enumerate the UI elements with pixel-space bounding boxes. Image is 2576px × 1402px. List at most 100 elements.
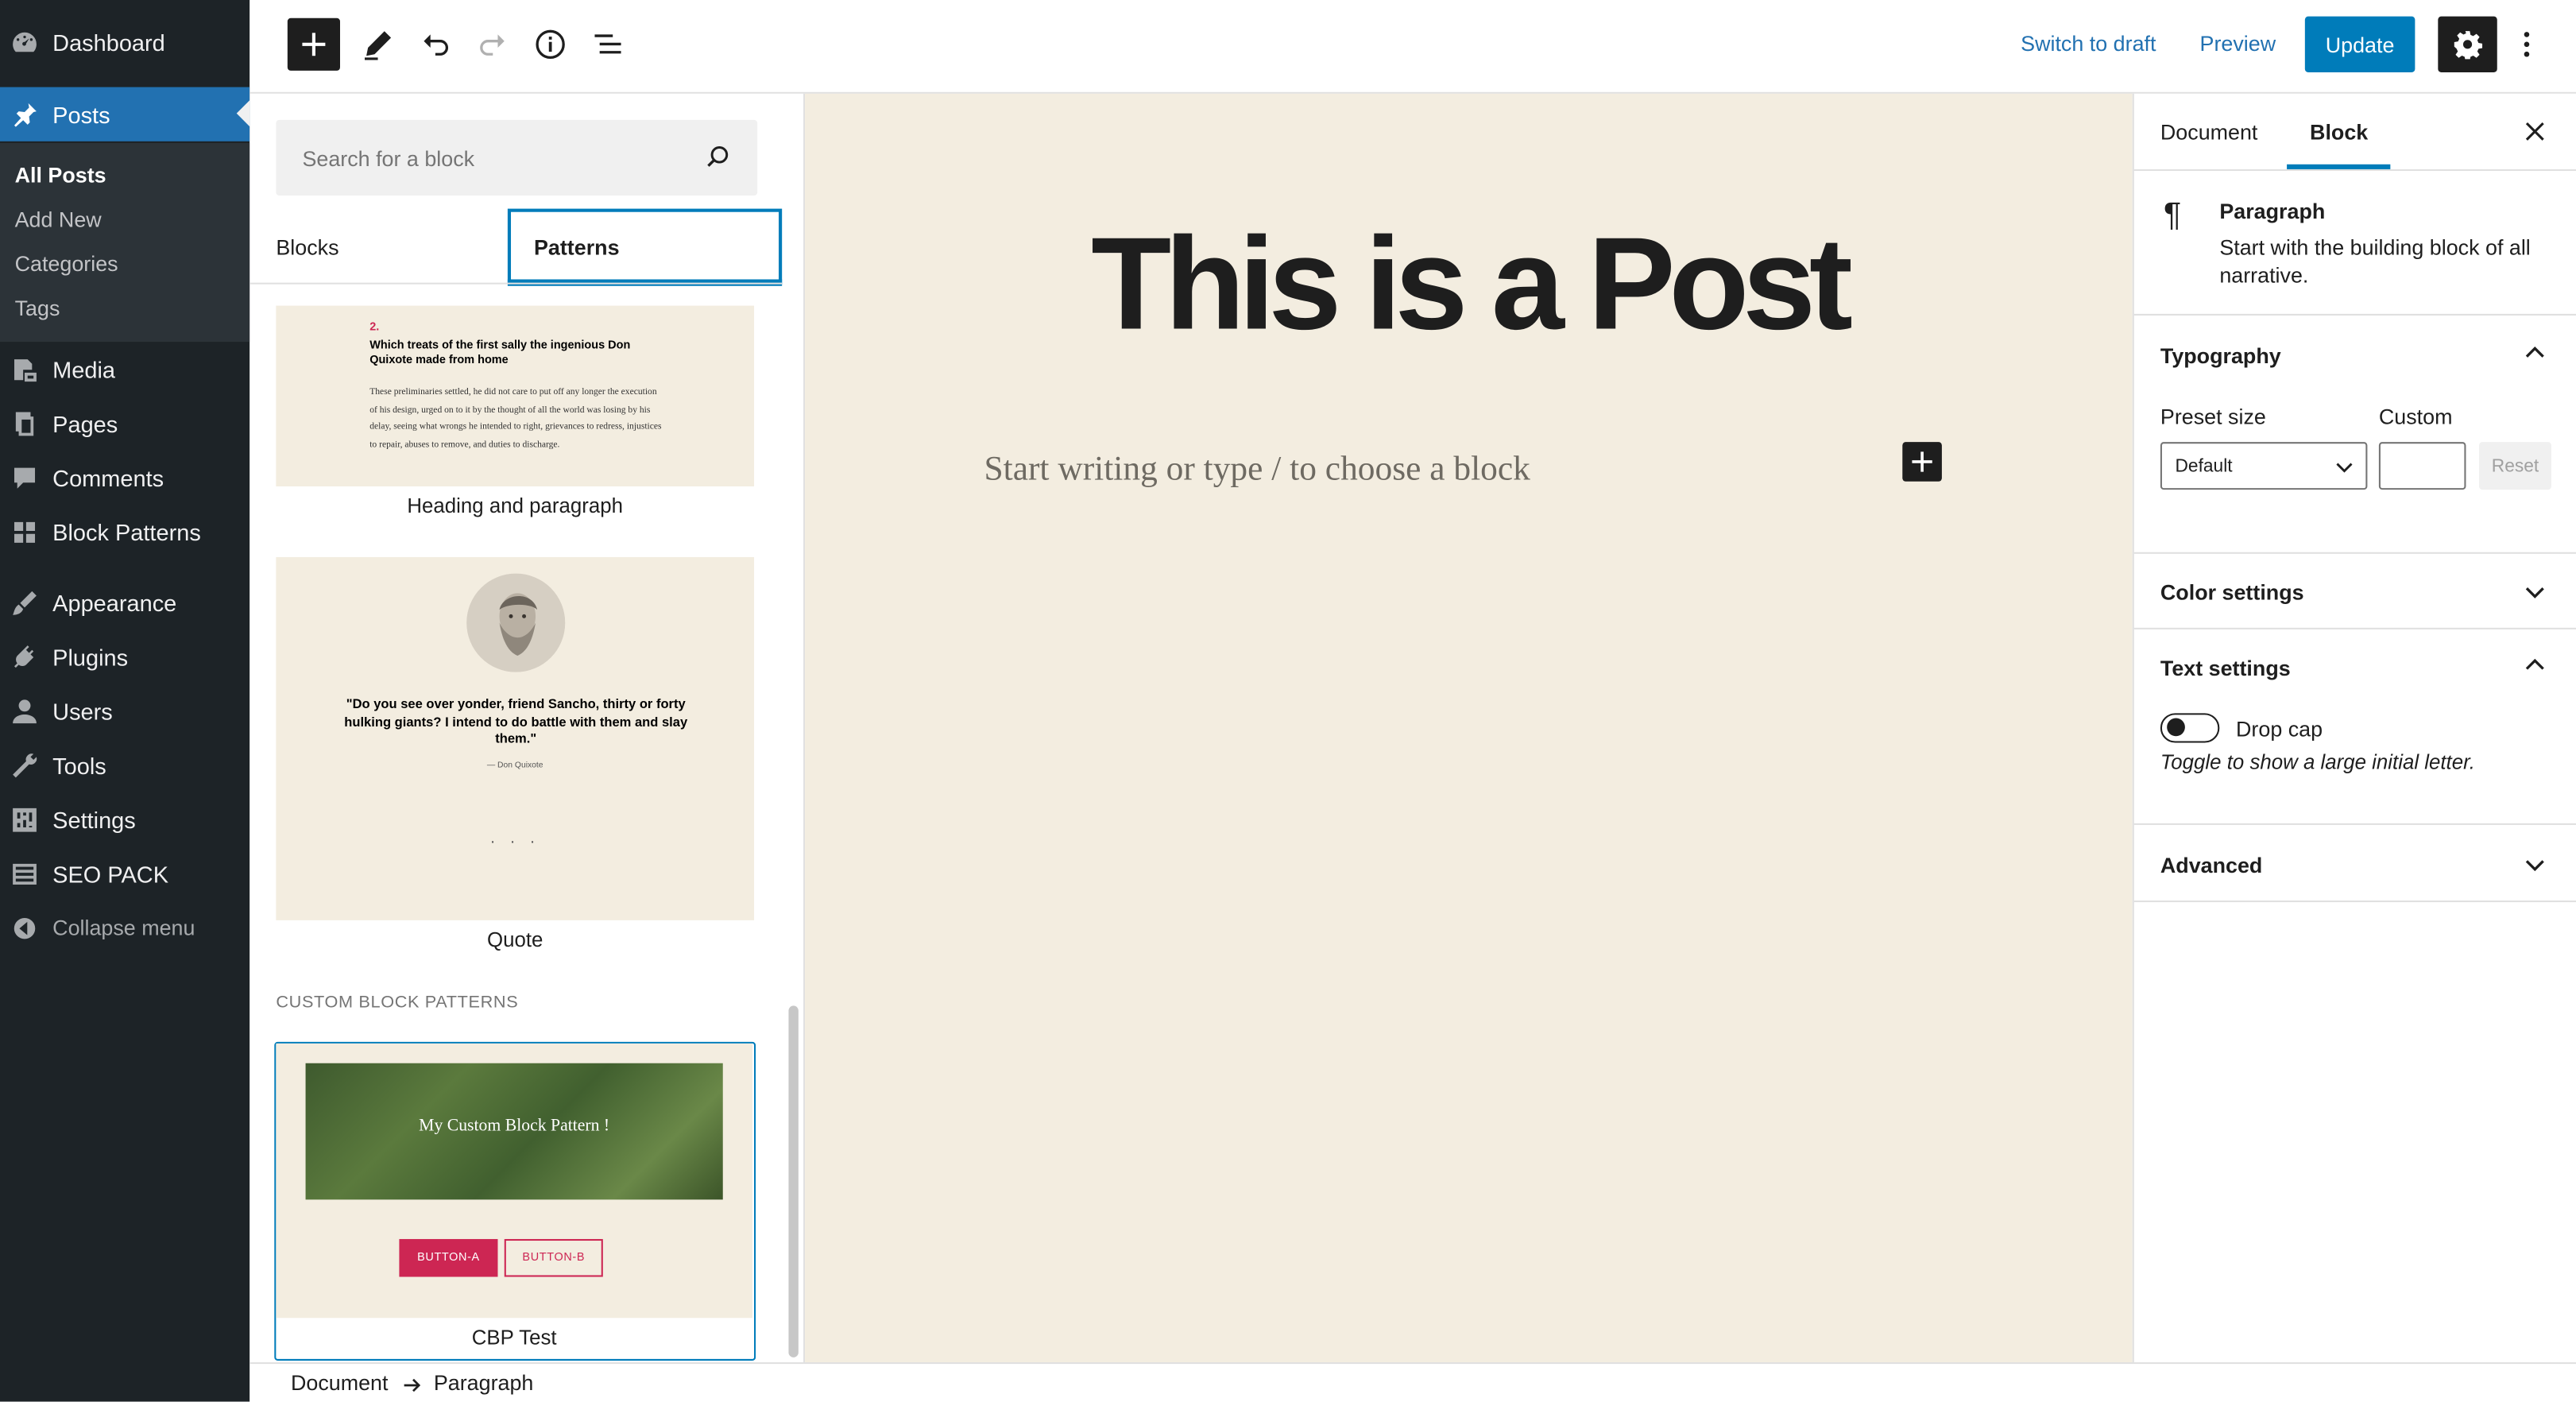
- tab-patterns[interactable]: Patterns: [507, 208, 783, 286]
- pushpin-icon: [10, 99, 39, 129]
- menu-settings[interactable]: Settings: [0, 792, 249, 846]
- menu-settings-label: Settings: [52, 806, 136, 833]
- menu-seo-pack-label: SEO PACK: [52, 860, 169, 887]
- add-block-button[interactable]: [1902, 442, 1942, 482]
- gear-icon: [2454, 31, 2483, 60]
- menu-block-patterns[interactable]: Block Patterns: [0, 505, 249, 559]
- dashboard-icon: [10, 27, 39, 56]
- pattern-preview-quote[interactable]: "Do you see over yonder, friend Sancho, …: [276, 556, 755, 920]
- pencil-icon: [365, 31, 392, 60]
- reset-button[interactable]: Reset: [2479, 442, 2551, 490]
- breadcrumb-paragraph[interactable]: Paragraph: [434, 1370, 534, 1395]
- typography-panel-title[interactable]: Typography: [2160, 343, 2281, 368]
- submenu-tags[interactable]: Tags: [15, 296, 60, 320]
- submenu-all-posts[interactable]: All Posts: [15, 163, 106, 188]
- tabs-divider: [249, 282, 783, 285]
- pattern-preview-heading-paragraph[interactable]: 2. Which treats of the first sally the i…: [276, 305, 755, 487]
- menu-posts[interactable]: Posts: [0, 87, 250, 141]
- preset-size-value: Default: [2175, 455, 2233, 476]
- tools-button[interactable]: [351, 18, 404, 71]
- block-description: Start with the building block of all nar…: [2219, 234, 2531, 288]
- pattern-banner-image: My Custom Block Pattern !: [305, 1063, 723, 1200]
- undo-button[interactable]: [409, 18, 462, 71]
- menu-plugins[interactable]: Plugins: [0, 629, 249, 684]
- menu-appearance-label: Appearance: [52, 589, 177, 616]
- drop-cap-help: Toggle to show a large initial letter.: [2160, 750, 2475, 774]
- custom-size-input[interactable]: [2378, 442, 2466, 490]
- breadcrumb-document[interactable]: Document: [291, 1370, 389, 1395]
- pattern-card-cbp-test[interactable]: My Custom Block Pattern ! BUTTON-A BUTTO…: [274, 1041, 756, 1361]
- divider: [2133, 900, 2576, 903]
- drop-cap-toggle[interactable]: [2160, 713, 2220, 743]
- submenu-add-new[interactable]: Add New: [15, 207, 102, 232]
- outline-button[interactable]: [582, 18, 634, 71]
- chevron-down-icon: [2336, 463, 2353, 473]
- update-button[interactable]: Update: [2304, 16, 2415, 72]
- switch-to-draft-button[interactable]: Switch to draft: [2021, 31, 2156, 56]
- divider: [2133, 552, 2576, 554]
- editor-toolbar: Switch to draft Preview Update: [249, 0, 2576, 94]
- chevron-down-icon[interactable]: [2522, 851, 2548, 877]
- settings-sliders-icon: [10, 804, 39, 834]
- details-button[interactable]: [524, 18, 577, 71]
- collapse-menu-button[interactable]: Collapse menu: [0, 900, 249, 955]
- toggle-inserter-button[interactable]: [287, 17, 340, 71]
- admin-sidebar: Dashboard Posts All Posts Add New Catego…: [0, 0, 250, 1402]
- posts-submenu: All Posts Add New Categories Tags: [0, 142, 250, 343]
- pattern-banner-text: My Custom Block Pattern !: [419, 1117, 610, 1136]
- pattern-preview-cbp-test: My Custom Block Pattern ! BUTTON-A BUTTO…: [276, 1043, 752, 1319]
- pages-icon: [10, 409, 39, 438]
- arrow-right-icon: [404, 1378, 421, 1392]
- menu-comments[interactable]: Comments: [0, 451, 249, 505]
- menu-pages[interactable]: Pages: [0, 396, 249, 450]
- menu-appearance[interactable]: Appearance: [0, 575, 249, 629]
- info-icon: [536, 29, 565, 60]
- block-search-input[interactable]: [276, 119, 687, 196]
- paintbrush-icon: [10, 587, 39, 617]
- more-options-button[interactable]: [2510, 20, 2543, 69]
- post-title[interactable]: This is a Post: [805, 209, 2133, 360]
- block-breadcrumb: Document Paragraph: [249, 1362, 2576, 1402]
- preset-size-select[interactable]: Default: [2160, 442, 2368, 490]
- submenu-categories[interactable]: Categories: [15, 251, 118, 276]
- tab-document[interactable]: Document: [2160, 120, 2258, 145]
- don-quixote-portrait: [466, 573, 566, 672]
- menu-media[interactable]: Media: [0, 342, 249, 396]
- list-view-icon: [594, 34, 621, 54]
- tabs-divider: [2133, 168, 2576, 172]
- advanced-panel-title[interactable]: Advanced: [2160, 853, 2262, 877]
- menu-pages-label: Pages: [52, 409, 118, 436]
- menu-seo-pack[interactable]: SEO PACK: [0, 846, 249, 900]
- redo-button[interactable]: [466, 18, 519, 71]
- menu-tools[interactable]: Tools: [0, 738, 249, 792]
- pattern-label-heading-paragraph: Heading and paragraph: [407, 494, 623, 518]
- menu-users[interactable]: Users: [0, 684, 249, 738]
- chevron-up-icon[interactable]: [2522, 653, 2548, 679]
- menu-dashboard[interactable]: Dashboard: [0, 15, 249, 69]
- chevron-down-icon[interactable]: [2522, 579, 2548, 605]
- block-search: [276, 119, 758, 196]
- wrench-icon: [10, 750, 39, 780]
- comment-icon: [10, 463, 39, 492]
- close-icon[interactable]: [2522, 118, 2548, 145]
- search-icon: [707, 145, 729, 167]
- plus-icon: [302, 33, 326, 56]
- preview-button[interactable]: Preview: [2200, 31, 2276, 56]
- ellipsis-vertical-icon: [2524, 32, 2530, 57]
- settings-toggle-button[interactable]: [2438, 16, 2497, 72]
- tab-block[interactable]: Block: [2310, 120, 2368, 145]
- pattern-label-cbp-test: CBP Test: [471, 1326, 557, 1350]
- custom-size-label: Custom: [2378, 404, 2453, 429]
- pattern-quote-text: "Do you see over yonder, friend Sancho, …: [344, 696, 688, 746]
- media-icon: [10, 354, 39, 384]
- pattern-body: These preliminaries settled, he did not …: [369, 387, 662, 450]
- pattern-separator: · · ·: [489, 833, 540, 852]
- inserter-scrollbar[interactable]: [788, 1005, 799, 1357]
- tab-blocks[interactable]: Blocks: [276, 209, 338, 285]
- text-settings-panel-title[interactable]: Text settings: [2160, 656, 2291, 680]
- list-icon: [10, 858, 39, 888]
- color-settings-panel-title[interactable]: Color settings: [2160, 580, 2304, 605]
- redo-icon: [480, 34, 505, 56]
- paragraph-placeholder[interactable]: Start writing or type / to choose a bloc…: [984, 448, 1530, 490]
- chevron-up-icon[interactable]: [2522, 340, 2548, 366]
